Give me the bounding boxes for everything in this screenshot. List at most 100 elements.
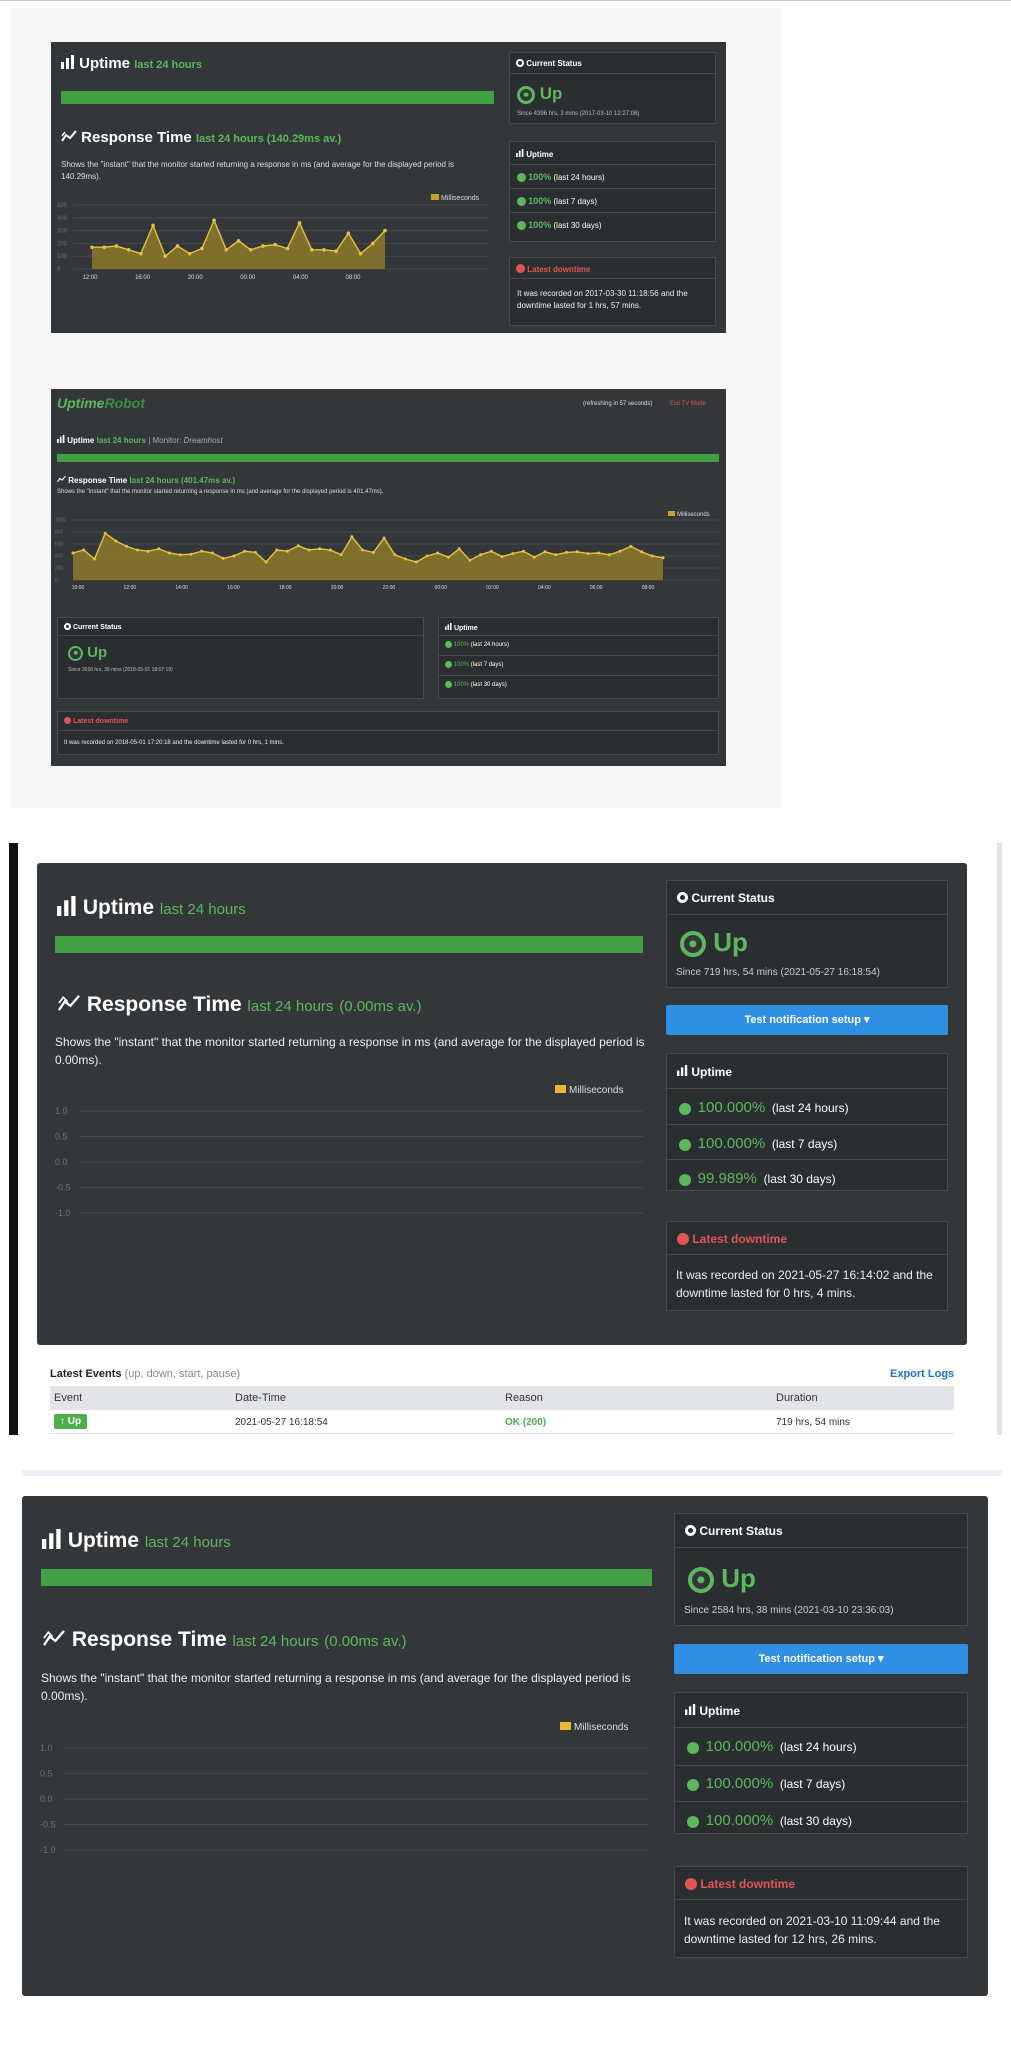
data-point <box>82 548 86 552</box>
bar-chart-icon <box>445 623 452 630</box>
latest-downtime-title: Latest downtime <box>700 1877 796 1891</box>
uptime-pct: 100% <box>453 662 470 669</box>
y-tick-label: 0.0 <box>40 1794 53 1804</box>
divider <box>510 188 715 189</box>
green-dot-icon <box>517 173 526 183</box>
green-dot-icon <box>687 1815 699 1828</box>
uptime-heading: Uptime last 24 hours <box>42 1529 231 1553</box>
y-tick-label: 0 <box>57 267 61 273</box>
legend-label: Milliseconds <box>569 1085 624 1096</box>
screen3-scrollbar[interactable] <box>997 843 1002 1435</box>
data-point <box>102 245 107 250</box>
latest-downtime-title: Latest downtime <box>527 265 591 274</box>
status-dot-icon <box>677 892 688 903</box>
data-point <box>264 560 268 564</box>
logo-part-a: Uptime <box>57 395 105 411</box>
refresh-text: (refreshing in 57 seconds) <box>583 401 653 407</box>
data-point <box>273 242 277 247</box>
data-point <box>243 549 247 553</box>
green-dot-icon <box>679 1138 691 1151</box>
response-time-subtitle: last 24 hours <box>247 998 334 1015</box>
bar-chart-icon <box>57 435 65 443</box>
data-point <box>618 549 622 553</box>
data-point <box>339 553 343 557</box>
divider <box>58 730 718 731</box>
divider <box>667 1159 947 1160</box>
test-notification-button[interactable]: Test notification setup ▾ <box>674 1644 968 1674</box>
data-point <box>151 223 155 228</box>
uptime-pct: 100.000% <box>705 1738 774 1755</box>
data-point <box>479 553 483 557</box>
data-point <box>543 550 547 554</box>
data-point <box>135 548 139 552</box>
up-status-icon <box>680 931 706 958</box>
test-notification-button[interactable]: Test notification setup ▾ <box>666 1005 948 1035</box>
divider <box>439 675 718 676</box>
data-point <box>224 248 229 252</box>
data-point <box>318 547 322 551</box>
data-point <box>564 550 568 554</box>
uptime-period: (last 24 hours) <box>771 1101 849 1115</box>
data-point <box>350 535 354 539</box>
divider <box>667 914 947 915</box>
data-point <box>500 555 504 559</box>
uptime-stats-title: Uptime <box>453 625 478 632</box>
export-logs-link[interactable]: Export Logs <box>890 1368 954 1380</box>
response-time-heading: Response Time last 24 hours (0.00ms av.) <box>42 1628 407 1652</box>
event-label: Up <box>67 1416 82 1427</box>
green-dot-icon <box>687 1741 699 1754</box>
exit-tv-mode-link[interactable]: Exit TV Mode <box>670 401 706 407</box>
response-time-title: Response Time <box>86 993 242 1016</box>
series-area <box>73 533 663 580</box>
green-dot-icon <box>445 641 452 648</box>
dashboard-panel-2: UptimeRobot (refreshing in 57 seconds) E… <box>51 389 726 766</box>
current-status-box: Current Status Up Since 3016 hrs, 39 min… <box>57 617 424 699</box>
data-point <box>457 547 461 551</box>
x-tick-label: 16:00 <box>135 275 151 281</box>
y-tick-label: 600 <box>55 542 64 548</box>
data-point <box>297 221 302 225</box>
data-point <box>178 553 182 557</box>
data-point <box>200 246 204 251</box>
table-row[interactable]: ↑ Up 2021-05-27 16:18:54 OK (200) 719 hr… <box>50 1410 954 1434</box>
data-point <box>163 254 168 258</box>
x-tick-label: 08:00 <box>642 585 655 591</box>
divider <box>58 635 423 636</box>
current-status-box: Current Status Up Since 719 hrs, 54 mins… <box>666 880 948 988</box>
uptime-bar <box>57 454 719 462</box>
x-tick-label: 04:00 <box>538 585 551 591</box>
uptime-stats-box: Uptime 100.000% (last 24 hours) 100.000%… <box>666 1053 948 1191</box>
uptime-pct: 100.000% <box>697 1099 766 1116</box>
uptime-row-24h: 100.000% (last 24 hours) <box>679 1099 849 1116</box>
col-header-duration: Duration <box>776 1392 818 1404</box>
x-tick-label: 00:00 <box>434 585 447 591</box>
latest-downtime-heading: Latest downtime <box>516 264 590 274</box>
status-value: Up <box>688 1563 756 1594</box>
y-tick-label: 800 <box>55 530 64 536</box>
data-point <box>468 558 472 562</box>
uptime-pct: 99.989% <box>697 1170 757 1187</box>
data-point <box>175 244 180 248</box>
error-circle-icon <box>685 1878 697 1890</box>
dashboard-panel-1: Uptime last 24 hours Response Time last … <box>51 42 726 333</box>
divider <box>510 164 715 165</box>
uptime-pct: 100% <box>453 642 470 649</box>
data-point <box>383 228 387 233</box>
uptime-heading: Uptime last 24 hours | Monitor: Dreamhos… <box>57 435 223 445</box>
chart-legend: Milliseconds <box>555 1085 623 1096</box>
y-tick-label: -1.0 <box>55 1208 71 1218</box>
data-point <box>285 246 290 251</box>
data-point <box>370 241 375 246</box>
y-tick-label: 0.5 <box>55 1132 68 1142</box>
uptime-bar <box>41 1569 652 1586</box>
green-dot-icon <box>517 197 526 207</box>
latest-downtime-box: Latest downtime It was recorded on 2021-… <box>666 1221 948 1311</box>
uptime-row-7d: 100% (last 7 days) <box>517 196 597 207</box>
uptime-stats-box: Uptime 100% (last 24 hours) 100% (last 7… <box>438 617 719 699</box>
logo-part-b: Robot <box>104 395 145 411</box>
response-time-chart-4: 1.0 0.5 0.0 -0.5 -1.0 <box>40 1743 648 1855</box>
response-time-subtitle: last 24 hours (140.29ms av.) <box>195 133 342 145</box>
top-divider <box>0 0 1011 1</box>
uptime-pct: 100.000% <box>705 1775 774 1792</box>
current-status-heading: Current Status <box>677 891 775 905</box>
